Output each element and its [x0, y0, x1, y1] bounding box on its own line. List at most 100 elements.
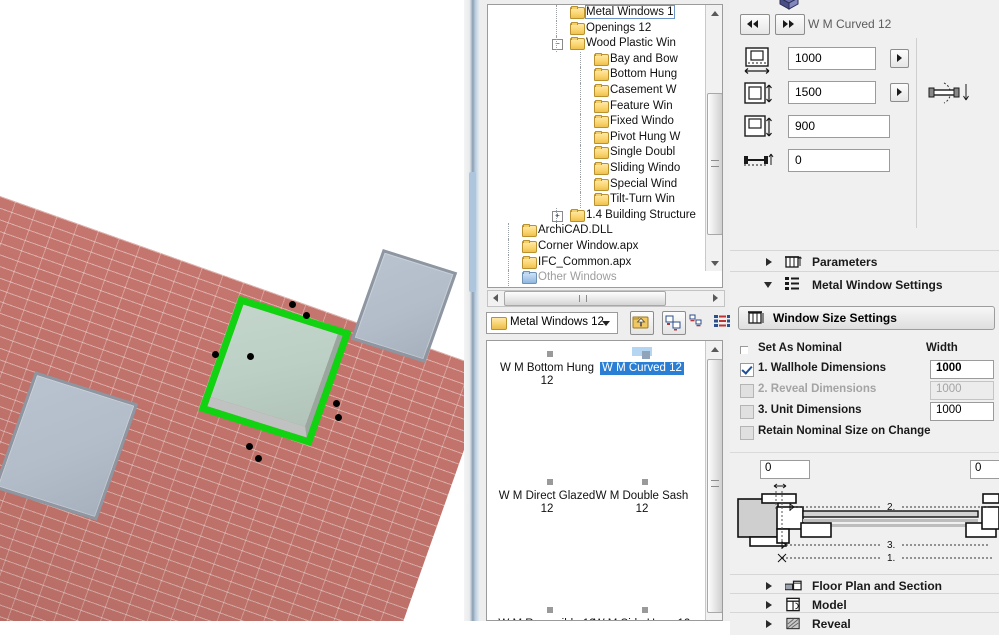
next-object-button[interactable] [775, 14, 806, 35]
scroll-up-arrow[interactable] [706, 5, 722, 21]
tree-guide-line [580, 176, 582, 193]
scrollbar-thumb[interactable] [504, 291, 666, 306]
wallhole-checkbox[interactable] [740, 363, 754, 377]
object-browser-panel: Metal Windows 1 Openings 12 − Wood Plastic … [480, 0, 736, 621]
tree-item-label: Bay and Bow [610, 52, 678, 65]
chevron-right-icon[interactable] [766, 601, 772, 609]
selection-hotspot[interactable] [247, 353, 254, 360]
chevron-right-icon[interactable] [766, 620, 772, 628]
selection-hotspot[interactable] [246, 443, 253, 450]
chevron-right-icon[interactable] [766, 258, 772, 266]
thumbnail-vertical-scrollbar[interactable] [705, 341, 722, 620]
selection-hotspot[interactable] [333, 400, 340, 407]
tree-item[interactable]: IFC_Common.apx [488, 254, 706, 271]
viewport-vertical-scrollbar[interactable] [464, 0, 480, 621]
tree-item[interactable]: Bottom Hung [488, 67, 706, 83]
svg-text:1.: 1. [887, 553, 895, 564]
unit-width-field[interactable]: 1000 [930, 402, 994, 421]
tree-item[interactable]: Pivot Hung W [488, 129, 706, 146]
scroll-up-arrow[interactable] [706, 341, 722, 357]
tree-item[interactable]: Openings 12 [488, 20, 706, 37]
section-metal-window-settings[interactable]: Metal Window Settings [730, 271, 999, 298]
tree-item[interactable]: +1.4 Building Structure [488, 207, 706, 224]
tree-item[interactable]: Bay and Bow [488, 51, 706, 68]
thumbnail-item[interactable]: W M Curved 12 [592, 347, 692, 375]
prev-object-button[interactable] [740, 14, 770, 35]
size-row-wallhole[interactable]: 1. Wallhole Dimensions 1000 [730, 360, 999, 380]
selection-hotspot[interactable] [212, 351, 219, 358]
scrollbar-thumb[interactable] [469, 172, 476, 292]
chevron-right-icon[interactable] [766, 582, 772, 590]
size-row-reveal[interactable]: 2. Reveal Dimensions 1000 [730, 381, 999, 401]
tree-item-label: Fixed Windo [610, 115, 674, 128]
sill-height-field[interactable]: 900 [788, 115, 890, 138]
object-thumbnail-grid[interactable]: W M Bottom Hung 12 W M Curved 12 W M Direc… [486, 340, 723, 621]
scroll-down-arrow[interactable] [706, 255, 722, 271]
chevron-down-icon[interactable] [764, 282, 772, 288]
tree-item[interactable]: Corner Window.apx [488, 238, 706, 255]
tree-item[interactable]: Casement W [488, 82, 706, 99]
thumbnail-item[interactable]: W M Bottom Hung 12 [497, 347, 597, 388]
tree-guide-line [556, 20, 558, 37]
tree-item[interactable]: Special Wind [488, 176, 706, 193]
width-spinner[interactable] [890, 49, 909, 68]
folder-toolbar: Metal Windows 12 [480, 311, 736, 338]
tree-item[interactable]: Other Windows [488, 270, 706, 286]
width-field[interactable]: 1000 [788, 47, 876, 70]
scrollbar-thumb[interactable] [707, 93, 722, 235]
height-spinner[interactable] [890, 83, 909, 102]
folder-icon [522, 239, 537, 253]
unit-dimensions-checkbox[interactable] [740, 405, 754, 419]
section-parameters[interactable]: Parameters [730, 250, 999, 273]
section-reveal[interactable]: Reveal [730, 612, 999, 635]
thumbnail-item[interactable]: W M Direct Glazed 12 [497, 475, 597, 516]
model-3d-viewport[interactable] [0, 0, 464, 621]
selection-hotspot[interactable] [335, 414, 342, 421]
folder-tree-list[interactable]: Metal Windows 1 Openings 12 − Wood Plastic … [488, 5, 706, 287]
large-icons-view-button[interactable] [662, 311, 686, 335]
wall-offset-field[interactable]: 0 [788, 149, 890, 172]
scrollbar-thumb[interactable] [707, 359, 722, 613]
retain-nominal-checkbox[interactable] [740, 426, 754, 440]
diagram-right-field[interactable]: 0 [970, 460, 999, 479]
scroll-left-arrow[interactable] [488, 291, 503, 304]
small-icons-view-button[interactable] [688, 311, 710, 333]
mirror-flip-icon [928, 82, 969, 104]
thumbnail-item[interactable]: W M Reversible 12 [497, 603, 597, 620]
folder-tree-box[interactable]: Metal Windows 1 Openings 12 − Wood Plastic … [487, 4, 723, 288]
wallhole-width-field[interactable]: 1000 [930, 360, 994, 379]
tree-item[interactable]: ArchiCAD.DLL [488, 223, 706, 239]
tree-horizontal-scrollbar[interactable] [487, 290, 725, 307]
chevron-down-icon[interactable] [602, 321, 610, 326]
current-folder-dropdown[interactable]: Metal Windows 12 [486, 312, 618, 334]
selection-hotspot[interactable] [303, 312, 310, 319]
tree-item-label: Wood Plastic Win [586, 37, 676, 50]
tree-item[interactable]: Tilt-Turn Win [488, 192, 706, 208]
height-field[interactable]: 1500 [788, 81, 876, 104]
reveal-checkbox[interactable] [740, 384, 754, 398]
tree-item[interactable]: Single Doubl [488, 145, 706, 161]
size-row-unit[interactable]: 3. Unit Dimensions 1000 [730, 402, 999, 422]
window-section-diagram: 0 0 2. 3. 1. [730, 452, 999, 575]
up-one-level-button[interactable] [630, 311, 654, 335]
thumbnail-item[interactable]: W M Double Sash 12 [592, 475, 692, 516]
thumbnail-item[interactable]: W M Side Hung 12 [592, 603, 692, 620]
tree-item[interactable]: Feature Win [488, 98, 706, 115]
tree-guide-line [580, 129, 582, 146]
selection-hotspot[interactable] [289, 301, 296, 308]
folder-icon [522, 255, 537, 269]
tree-item[interactable]: Metal Windows 1 [488, 5, 706, 21]
tree-item[interactable]: − Wood Plastic Win [488, 36, 706, 52]
tree-item[interactable]: Sliding Windo [488, 160, 706, 177]
scroll-right-arrow[interactable] [709, 291, 724, 304]
tree-item[interactable]: Fixed Windo [488, 114, 706, 130]
tree-vertical-scrollbar[interactable] [705, 5, 722, 271]
window-size-settings-button[interactable]: Window Size Settings [738, 306, 995, 330]
folder-icon [594, 83, 609, 97]
thumbnail-image-wrapper [632, 603, 652, 613]
selection-hotspot[interactable] [255, 455, 262, 462]
window-settings-panel: W M Curved 12 1000 1500 900 0 Parameters… [730, 0, 999, 635]
diagram-left-field[interactable]: 0 [760, 460, 810, 479]
size-row-retain-nominal[interactable]: Retain Nominal Size on Change [730, 424, 999, 443]
window-size-icon [748, 311, 764, 324]
